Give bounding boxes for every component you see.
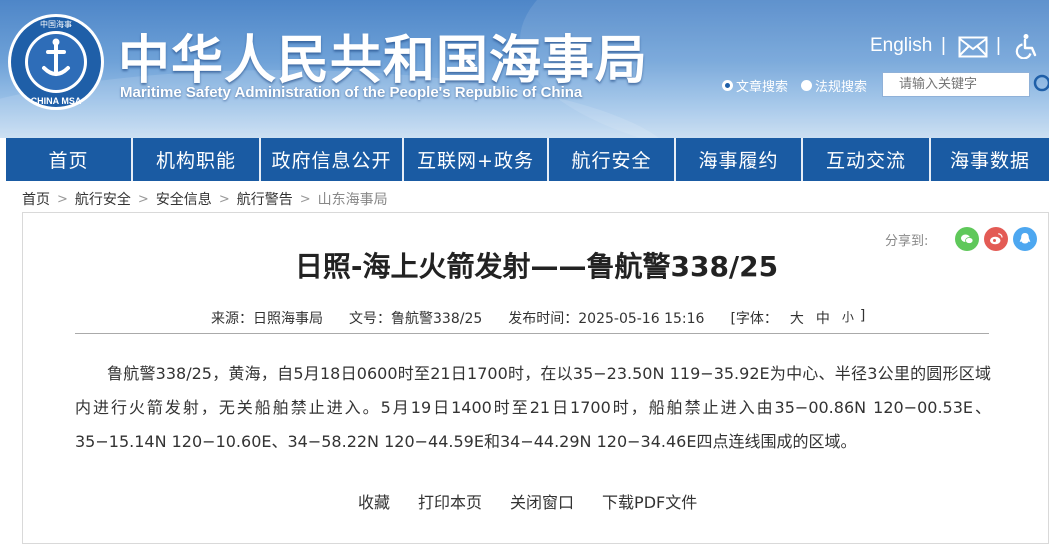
font-size-small-button[interactable]: 小 <box>842 308 854 328</box>
svg-text:中国海事: 中国海事 <box>40 19 72 29</box>
nav-item-functions[interactable]: 机构职能 <box>133 138 261 181</box>
article-meta: 来源：日照海事局 文号：鲁航警338/25 发布时间：2025-05-16 15… <box>211 308 865 328</box>
nav-item-data[interactable]: 海事数据 <box>931 138 1049 181</box>
breadcrumb-separator: > <box>218 191 230 207</box>
breadcrumb-safety-info[interactable]: 安全信息 <box>156 189 212 209</box>
breadcrumb-navigation-safety[interactable]: 航行安全 <box>75 189 131 209</box>
svg-text:CHINA MSA: CHINA MSA <box>31 96 82 106</box>
search-input[interactable] <box>882 72 1030 97</box>
english-link[interactable]: English <box>870 35 932 57</box>
article-panel: 分享到: 日照-海上火箭发射——鲁航警338/25 来源：日照海事局 文号：鲁航… <box>22 212 1049 544</box>
breadcrumb: 首页 > 航行安全 > 安全信息 > 航行警告 > 山东海事局 <box>22 189 388 209</box>
meta-doc-number: 文号：鲁航警338/25 <box>349 311 483 327</box>
site-header: 中国海事 CHINA MSA 中华人民共和国海事局 Maritime Safet… <box>0 0 1049 138</box>
font-size-label: [字体： <box>730 311 778 327</box>
header-separator: | <box>941 35 946 56</box>
mail-icon[interactable] <box>958 36 988 58</box>
title-divider <box>75 333 989 334</box>
article-body: 鲁航警338/25，黄海，自5月18日0600时至21日1700时，在以35−2… <box>75 364 991 451</box>
breadcrumb-separator: > <box>57 191 68 207</box>
meta-publish-time: 发布时间：2025-05-16 15:16 <box>508 311 705 327</box>
msa-logo[interactable]: 中国海事 CHINA MSA <box>6 12 106 112</box>
breadcrumb-separator: > <box>299 191 311 207</box>
radio-unselected-icon[interactable] <box>801 80 812 91</box>
radio-selected-icon[interactable] <box>722 80 733 91</box>
breadcrumb-separator: > <box>137 191 149 207</box>
nav-item-internet-gov[interactable]: 互联网+政务 <box>404 138 549 181</box>
close-window-button[interactable]: 关闭窗口 <box>510 489 574 513</box>
font-size-large-button[interactable]: 大 <box>790 308 804 328</box>
favorite-button[interactable]: 收藏 <box>358 489 390 513</box>
download-pdf-button[interactable]: 下载PDF文件 <box>602 489 697 513</box>
breadcrumb-home[interactable]: 首页 <box>22 189 50 209</box>
site-title-cn: 中华人民共和国海事局 <box>118 31 649 91</box>
print-button[interactable]: 打印本页 <box>418 489 482 513</box>
search-icon[interactable] <box>1031 74 1049 96</box>
header-separator: | <box>996 35 1001 56</box>
site-title-en: Maritime Safety Administration of the Pe… <box>120 84 583 101</box>
font-size-medium-button[interactable]: 中 <box>816 308 830 328</box>
font-size-close-bracket: ] <box>859 308 866 324</box>
nav-item-gov-info[interactable]: 政府信息公开 <box>261 138 404 181</box>
meta-source: 来源：日照海事局 <box>211 311 323 327</box>
nav-item-home[interactable]: 首页 <box>6 138 133 181</box>
accessibility-icon[interactable] <box>1014 33 1040 59</box>
main-nav: 首页 机构职能 政府信息公开 互联网+政务 航行安全 海事履约 互动交流 海事数… <box>6 138 1049 181</box>
breadcrumb-nav-warning[interactable]: 航行警告 <box>237 189 293 209</box>
nav-item-navigation-safety[interactable]: 航行安全 <box>549 138 676 181</box>
article-actions: 收藏 打印本页 关闭窗口 下载PDF文件 <box>358 489 725 513</box>
article-title: 日照-海上火箭发射——鲁航警338/25 <box>294 250 779 283</box>
search-option-law[interactable]: 法规搜索 <box>801 76 867 95</box>
breadcrumb-shandong-msa[interactable]: 山东海事局 <box>318 189 388 209</box>
nav-item-interaction[interactable]: 互动交流 <box>803 138 931 181</box>
search-option-article[interactable]: 文章搜索 <box>722 76 788 95</box>
nav-item-compliance[interactable]: 海事履约 <box>676 138 803 181</box>
